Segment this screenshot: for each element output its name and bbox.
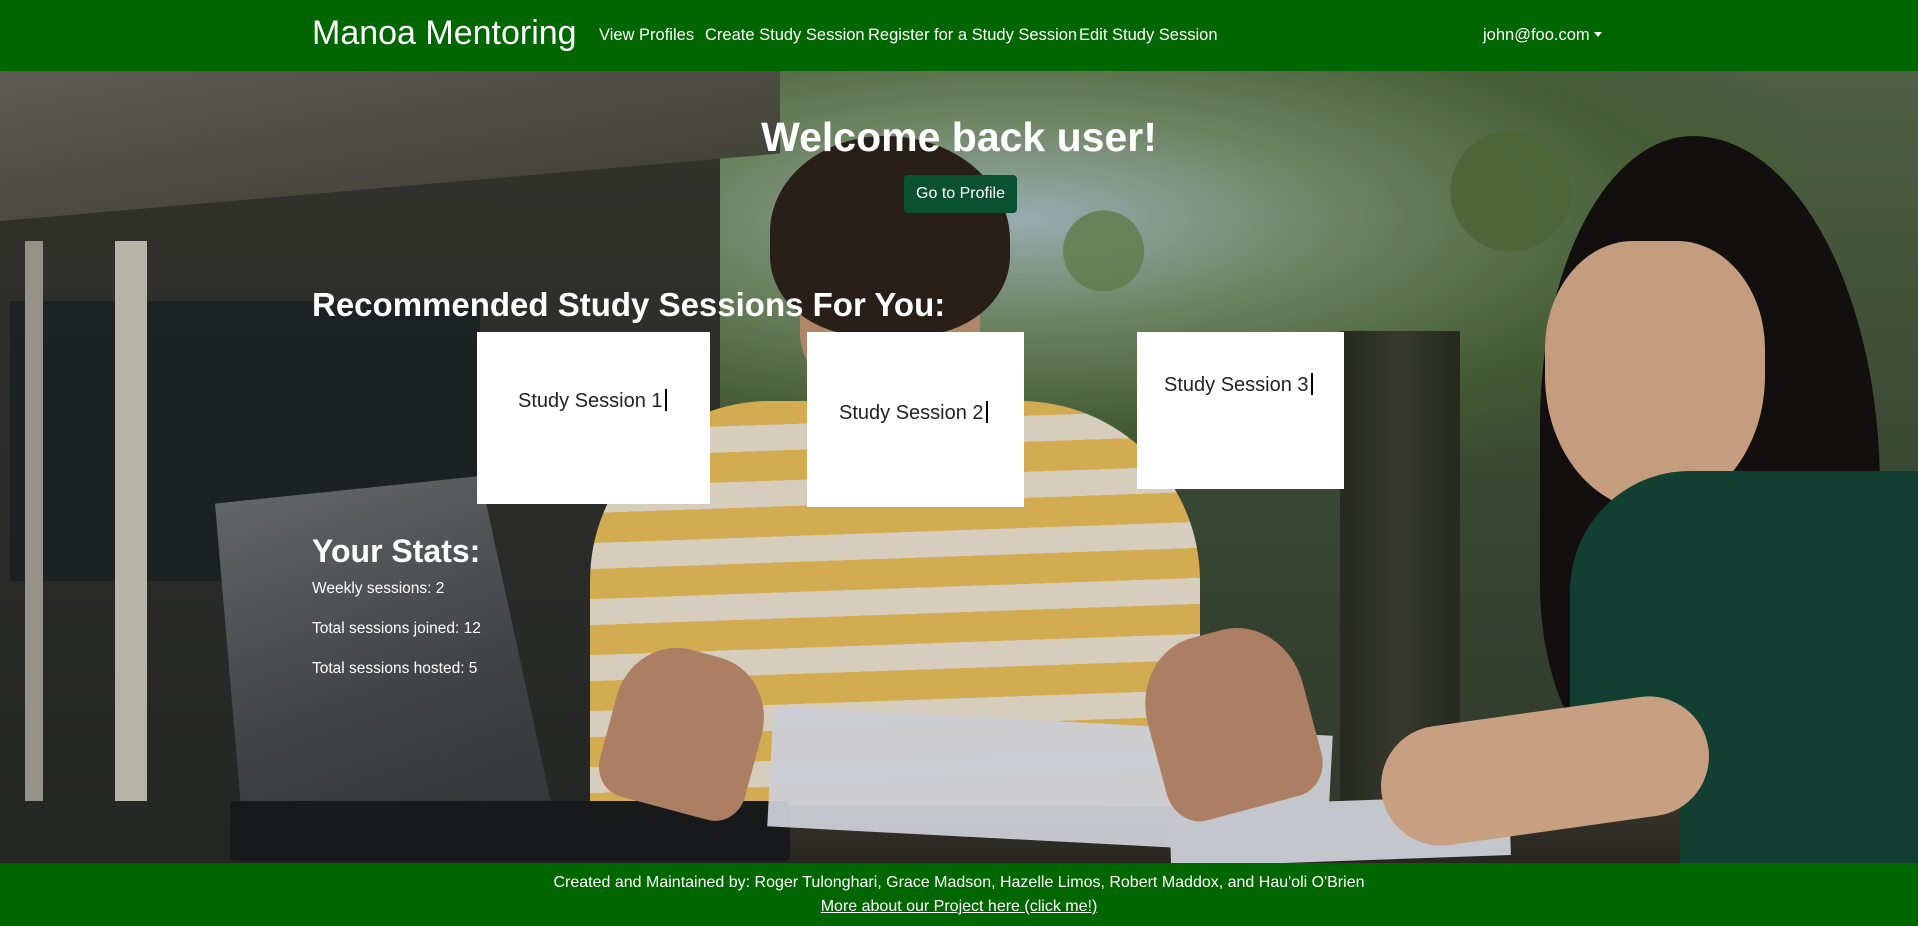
go-to-profile-button[interactable]: Go to Profile — [904, 175, 1017, 213]
stat-total-hosted: Total sessions hosted: 5 — [312, 660, 478, 677]
page-footer: Created and Maintained by: Roger Tulongh… — [0, 863, 1918, 926]
stat-weekly-sessions: Weekly sessions: 2 — [312, 580, 445, 597]
nav-create-study-session[interactable]: Create Study Session — [705, 24, 865, 46]
study-session-card[interactable]: Study Session 2 — [807, 332, 1024, 507]
study-session-card[interactable]: Study Session 1 — [477, 332, 710, 504]
text-cursor-icon — [664, 389, 667, 411]
study-session-card[interactable]: Study Session 3 — [1137, 332, 1344, 489]
stat-total-joined: Total sessions joined: 12 — [312, 620, 481, 637]
study-session-title: Study Session 3 — [1164, 373, 1313, 397]
project-info-link[interactable]: More about our Project here (click me!) — [0, 897, 1918, 917]
text-cursor-icon — [985, 401, 988, 423]
brand-logo-link[interactable]: Manoa Mentoring — [312, 12, 577, 54]
study-session-title: Study Session 1 — [518, 389, 667, 413]
user-email: john@foo.com — [1483, 26, 1590, 44]
recommended-sessions-heading: Recommended Study Sessions For You: — [312, 286, 946, 323]
nav-register-study-session[interactable]: Register for a Study Session — [868, 24, 1077, 46]
study-session-title: Study Session 2 — [839, 401, 988, 425]
nav-view-profiles[interactable]: View Profiles — [599, 24, 694, 46]
footer-credits: Created and Maintained by: Roger Tulongh… — [553, 874, 1365, 891]
stats-heading: Your Stats: — [312, 533, 481, 569]
nav-edit-study-session[interactable]: Edit Study Session — [1079, 24, 1218, 46]
text-cursor-icon — [1310, 373, 1313, 395]
caret-down-icon — [1593, 32, 1602, 37]
top-navbar: Manoa Mentoring View Profiles Create Stu… — [0, 0, 1918, 71]
welcome-heading: Welcome back user! — [761, 114, 1157, 160]
user-dropdown[interactable]: john@foo.com — [1483, 24, 1602, 46]
